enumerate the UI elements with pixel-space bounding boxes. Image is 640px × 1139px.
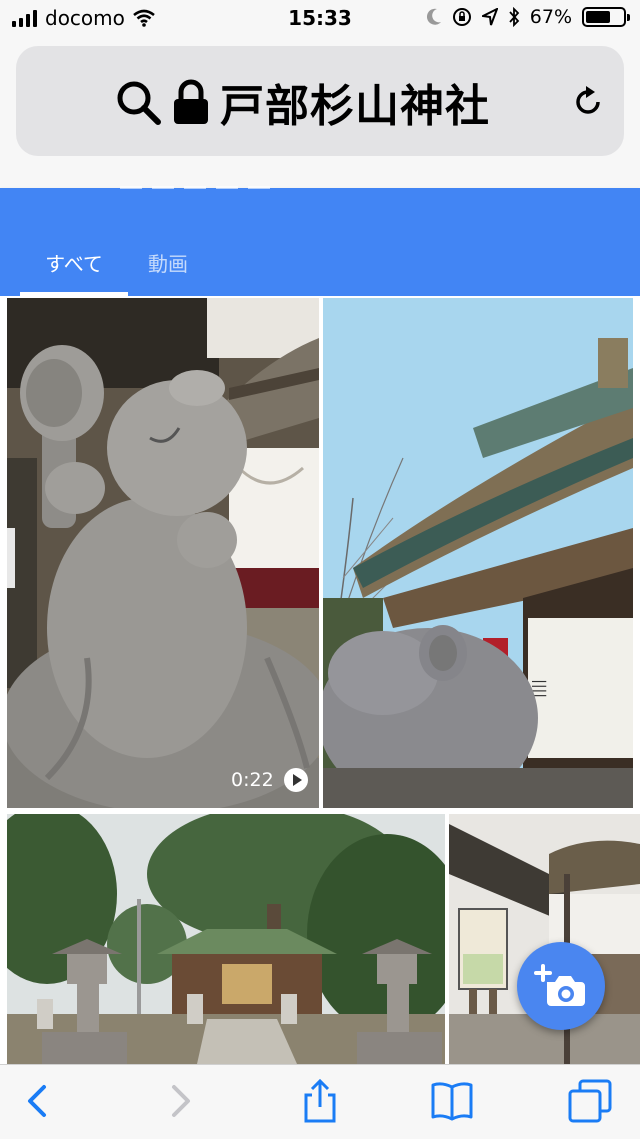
- browser-toolbar: [0, 1064, 640, 1139]
- add-photo-icon: [534, 964, 585, 1006]
- share-icon[interactable]: [298, 1079, 342, 1123]
- forward-icon[interactable]: [158, 1079, 202, 1123]
- image-result-rat-statue-video[interactable]: 0:22: [7, 298, 319, 808]
- video-duration-badge: 0:22: [231, 768, 308, 792]
- bookmarks-icon[interactable]: [430, 1079, 474, 1123]
- bluetooth-icon: [509, 7, 520, 27]
- image-result-shrine-roof[interactable]: ||||: [323, 298, 633, 808]
- back-icon[interactable]: [16, 1079, 60, 1123]
- battery-icon: [582, 7, 630, 27]
- lock-icon: [174, 79, 208, 124]
- status-bar: docomo 15:33 67%: [0, 0, 640, 36]
- rotation-lock-icon: [452, 8, 471, 26]
- tab-videos[interactable]: 動画: [148, 248, 188, 277]
- tab-all[interactable]: すべて: [20, 248, 128, 277]
- image-result-shrine-grounds[interactable]: [7, 814, 445, 1064]
- search-tabs: すべて 動画: [0, 186, 640, 296]
- tabs-icon[interactable]: [568, 1079, 612, 1123]
- location-icon: [481, 8, 498, 26]
- reload-icon[interactable]: [570, 84, 606, 120]
- moon-icon: [426, 8, 441, 25]
- add-photo-button[interactable]: [517, 942, 605, 1030]
- search-icon: [117, 81, 161, 125]
- browser-header: 戸部杉山神社: [0, 36, 640, 186]
- battery-percent: 67%: [529, 6, 572, 28]
- scrolled-header-remnant: [120, 180, 310, 192]
- address-bar[interactable]: 戸部杉山神社: [16, 46, 624, 156]
- video-duration: 0:22: [231, 769, 274, 791]
- page-title: 戸部杉山神社: [220, 81, 490, 132]
- play-icon: [283, 768, 308, 792]
